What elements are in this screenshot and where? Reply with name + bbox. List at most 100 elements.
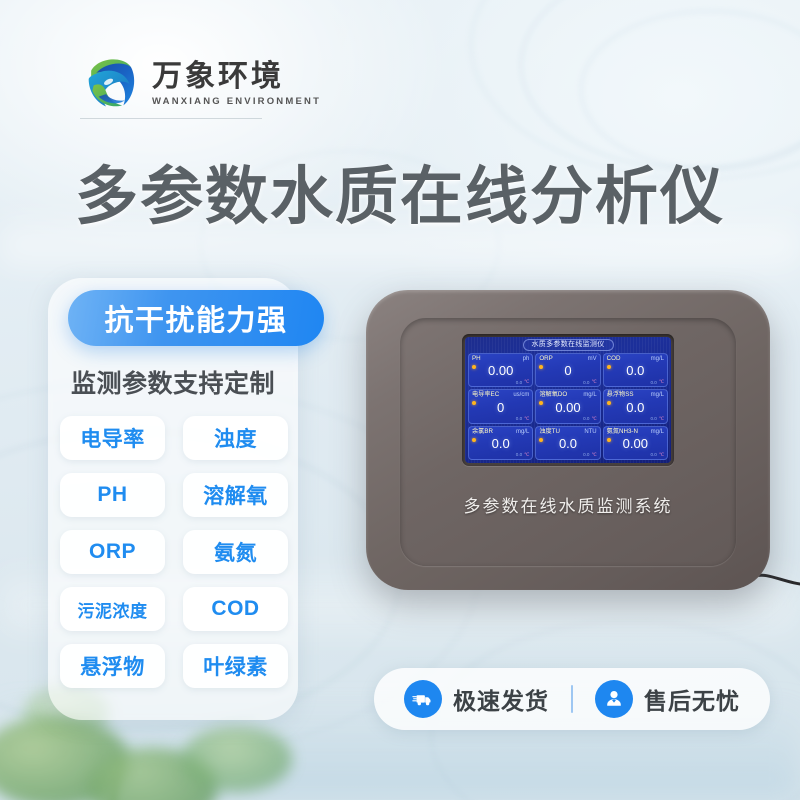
- cell-unit: mg/L: [583, 392, 597, 399]
- parameter-tag-label: 叶绿素: [203, 656, 268, 679]
- service-label: 极速发货: [453, 688, 549, 714]
- parameter-tag[interactable]: PH: [60, 473, 165, 517]
- feature-headline-badge: 抗干扰能力强: [68, 290, 324, 346]
- brand-logo: 万象环境 WANXIANG ENVIRONMENT: [80, 52, 321, 114]
- cell-unit: mg/L: [650, 392, 664, 399]
- cell-value: 0: [564, 363, 572, 379]
- cell-temp-unit: ℃: [524, 415, 530, 421]
- measurement-cell-ph[interactable]: PH ph 0.00 0.0 ℃: [468, 353, 534, 388]
- feature-headline-text: 抗干扰能力强: [104, 305, 288, 337]
- measurement-cell-ss[interactable]: 悬浮物SS mg/L 0.0 0.0 ℃: [602, 389, 668, 424]
- parameter-tag-grid: 电导率 浊度 PH 溶解氧 ORP 氨氮 污泥浓度 COD 悬浮物 叶绿素: [60, 416, 288, 688]
- cell-value: 0.00: [555, 399, 581, 415]
- cell-temp-value: 0.0: [650, 379, 657, 385]
- cell-temp-unit: ℃: [524, 451, 530, 457]
- cell-temp-value: 0.0: [583, 452, 590, 458]
- brand-name-cn: 万象环境: [152, 60, 284, 94]
- cell-label: 浊度TU: [539, 427, 560, 435]
- parameter-tag-label: 溶解氧: [203, 485, 268, 508]
- parameter-tag[interactable]: 污泥浓度: [60, 587, 165, 631]
- cell-temp-unit: ℃: [524, 379, 530, 385]
- measurement-cell-br[interactable]: 余氯BR mg/L 0.0 0.0 ℃: [468, 425, 534, 460]
- cell-value: 0.0: [558, 435, 578, 451]
- parameter-tag[interactable]: 浊度: [183, 416, 288, 460]
- device-faceplate: 水质多参数在线监测仪 PH ph 0.00 0.0 ℃ ORP mV 0 0.0…: [400, 318, 736, 566]
- cell-unit: mg/L: [515, 428, 530, 435]
- cell-temp-unit: ℃: [591, 415, 597, 421]
- parameter-tag-label: 氨氮: [214, 542, 257, 565]
- cell-label: 电导率EC: [472, 391, 500, 399]
- screen-bezel: 水质多参数在线监测仪 PH ph 0.00 0.0 ℃ ORP mV 0 0.0…: [462, 334, 674, 466]
- measurement-cell-nh3n[interactable]: 氨氮NH3-N mg/L 0.00 0.0 ℃: [602, 425, 668, 460]
- cell-unit: mV: [587, 356, 597, 362]
- cell-label: 余氯BR: [472, 427, 493, 435]
- cell-label: PH: [472, 355, 481, 362]
- service-item-aftersales[interactable]: 售后无忧: [573, 680, 762, 718]
- feature-subheadline: 监测参数支持定制: [70, 370, 275, 398]
- cell-label: COD: [606, 355, 621, 362]
- cell-value: 0.0: [491, 435, 510, 451]
- measurement-cell-orp[interactable]: ORP mV 0 0.0 ℃: [535, 353, 601, 388]
- cell-value: 0.0: [626, 399, 645, 415]
- brand-name-en: WANXIANG ENVIRONMENT: [152, 95, 322, 107]
- service-item-shipping[interactable]: 极速发货: [382, 680, 571, 718]
- status-dot-icon: [472, 365, 476, 369]
- cell-temp-value: 0.0: [583, 379, 590, 385]
- measurement-cell-do[interactable]: 溶解氧DO mg/L 0.00 0.0 ℃: [535, 389, 601, 424]
- globe-swirl-logo-icon: [88, 59, 135, 107]
- parameter-tag-label: 悬浮物: [80, 656, 145, 679]
- status-dot-icon: [606, 365, 611, 369]
- cell-temp-unit: ℃: [658, 379, 664, 385]
- parameter-tag[interactable]: 氨氮: [183, 530, 288, 574]
- cell-temp-value: 0.0: [650, 416, 657, 422]
- parameter-tag[interactable]: 悬浮物: [60, 644, 165, 688]
- cell-temp-value: 0.0: [583, 416, 590, 422]
- status-dot-icon: [606, 437, 611, 442]
- logo-divider: [80, 118, 262, 119]
- product-poster: 万象环境 WANXIANG ENVIRONMENT 多参数水质在线分析仪 抗干扰…: [0, 0, 800, 800]
- cell-temp-unit: ℃: [591, 379, 597, 385]
- parameter-tag-label: PH: [97, 483, 128, 506]
- parameter-tag[interactable]: COD: [183, 587, 288, 631]
- cell-label: 溶解氧DO: [539, 391, 568, 399]
- screen-title-bar: 水质多参数在线监测仪: [465, 337, 671, 352]
- cell-unit: mg/L: [650, 356, 664, 362]
- cell-unit: ph: [522, 356, 530, 362]
- cell-value: 0.00: [622, 435, 648, 451]
- cell-unit: us/cm: [513, 392, 530, 399]
- measurement-cell-cod[interactable]: COD mg/L 0.0 0.0 ℃: [602, 353, 668, 388]
- cell-temp-value: 0.0: [515, 452, 523, 458]
- parameter-tag-label: 浊度: [214, 428, 257, 451]
- measurement-cell-tu[interactable]: 浊度TU NTU 0.0 0.0 ℃: [535, 425, 601, 460]
- parameter-tag[interactable]: 溶解氧: [183, 473, 288, 517]
- analyzer-device: 水质多参数在线监测仪 PH ph 0.00 0.0 ℃ ORP mV 0 0.0…: [366, 290, 770, 590]
- cell-label: ORP: [539, 355, 553, 362]
- parameter-tag[interactable]: 电导率: [60, 416, 165, 460]
- cell-label: 氨氮NH3-N: [606, 427, 638, 435]
- cell-temp-unit: ℃: [658, 451, 664, 457]
- cell-value: 0.00: [488, 363, 514, 379]
- cell-temp-value: 0.0: [650, 452, 657, 458]
- power-cable: [755, 573, 800, 586]
- device-front-label: 多参数在线水质监测系统: [463, 497, 673, 516]
- device-screen[interactable]: 水质多参数在线监测仪 PH ph 0.00 0.0 ℃ ORP mV 0 0.0…: [465, 337, 671, 463]
- cell-unit: NTU: [584, 428, 597, 435]
- page-title: 多参数水质在线分析仪: [75, 162, 725, 232]
- delivery-truck-icon: [404, 680, 442, 718]
- lily-pad-decoration: [182, 726, 292, 792]
- parameter-tag-label: 电导率: [80, 428, 145, 451]
- measurement-grid: PH ph 0.00 0.0 ℃ ORP mV 0 0.0 ℃ COD mg/L…: [465, 352, 671, 463]
- parameter-tag-label: 污泥浓度: [77, 601, 148, 621]
- parameter-tag[interactable]: ORP: [60, 530, 165, 574]
- parameter-tag[interactable]: 叶绿素: [183, 644, 288, 688]
- service-label: 售后无忧: [644, 688, 740, 714]
- customer-service-person-icon: [595, 680, 633, 718]
- screen-title-text: 水质多参数在线监测仪: [522, 338, 614, 351]
- measurement-cell-ec[interactable]: 电导率EC us/cm 0 0.0 ℃: [468, 389, 534, 424]
- cell-temp-unit: ℃: [658, 415, 664, 421]
- cell-unit: mg/L: [650, 428, 664, 435]
- status-dot-icon: [472, 437, 476, 442]
- cell-value: 0.0: [626, 363, 645, 379]
- cell-temp-value: 0.0: [515, 379, 523, 385]
- cell-temp-unit: ℃: [591, 451, 597, 457]
